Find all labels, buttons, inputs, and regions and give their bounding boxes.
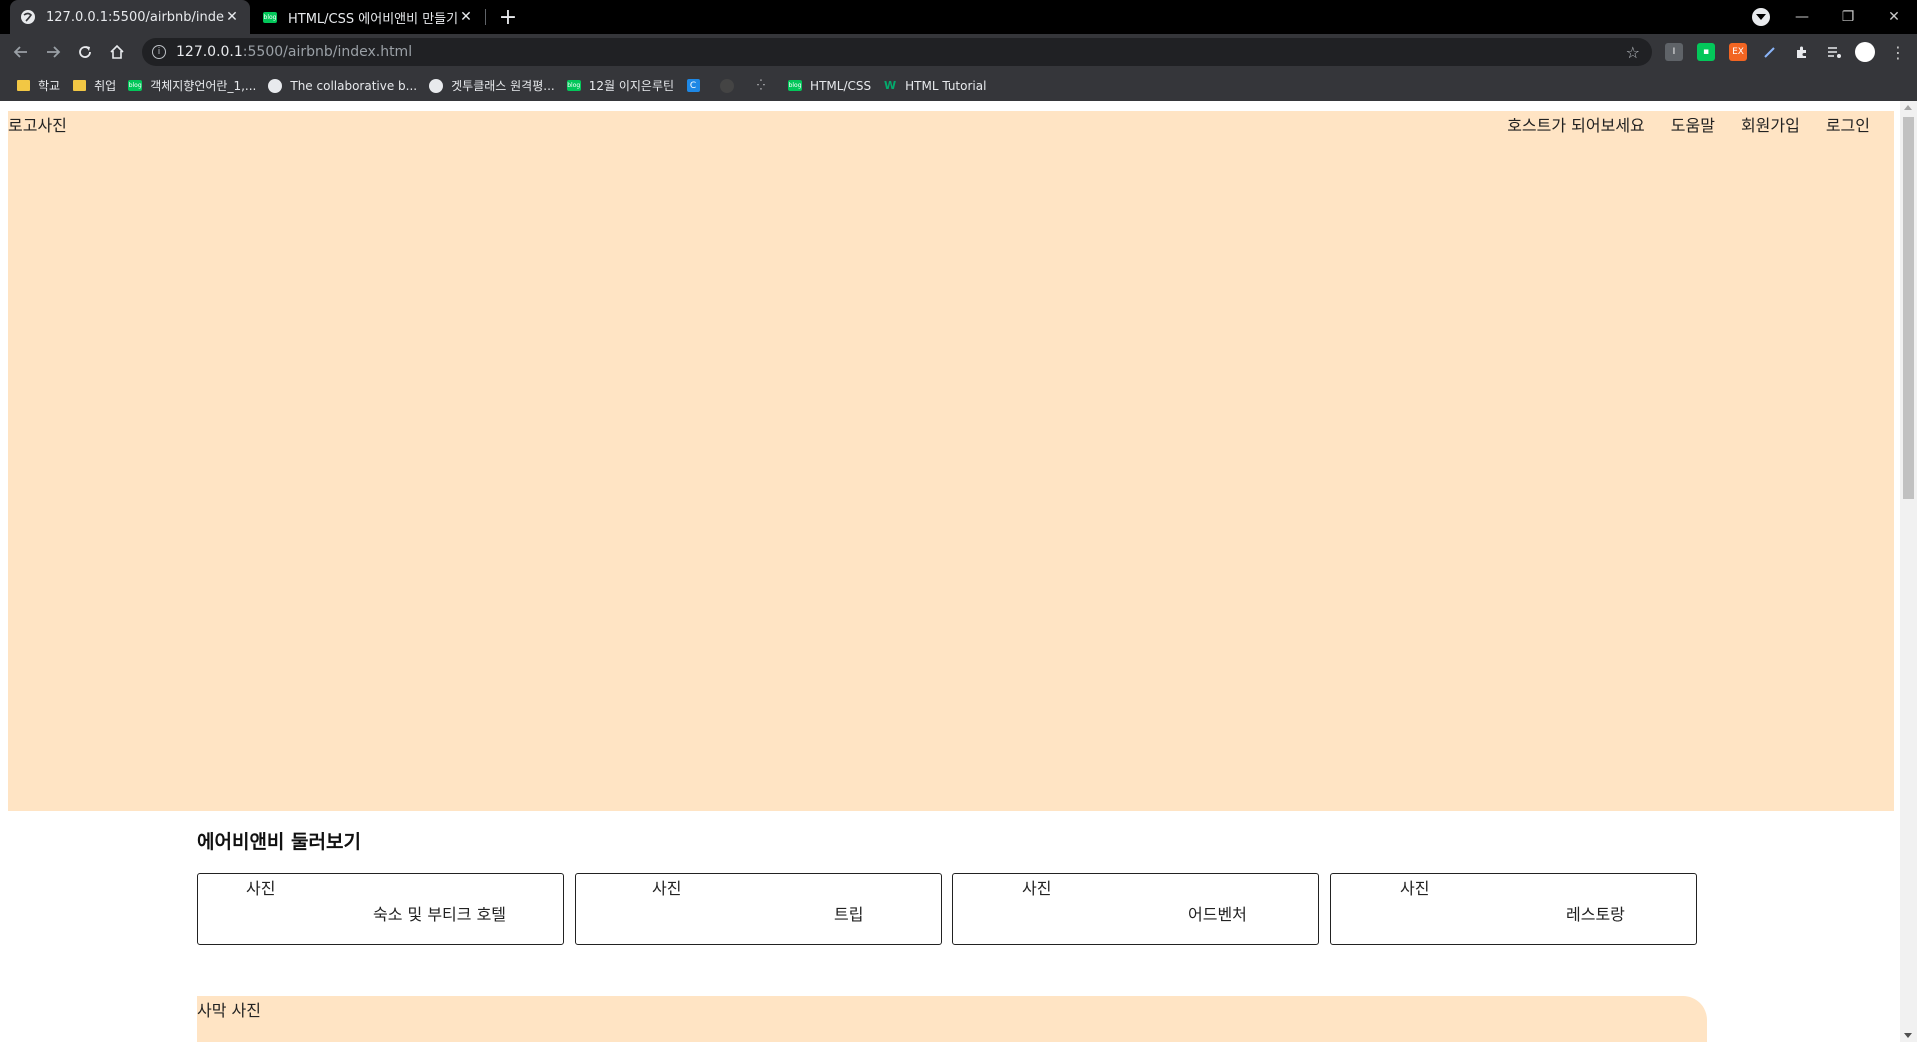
bookmark-c[interactable]: C — [682, 74, 716, 98]
card-label: 트립 — [834, 905, 864, 924]
nav-become-host[interactable]: 호스트가 되어보세요 — [1507, 112, 1645, 136]
extension-naver-icon[interactable]: ▪ — [1697, 43, 1715, 61]
naver-blog-icon: blog — [788, 80, 803, 91]
nav-signup[interactable]: 회원가입 — [1741, 112, 1800, 136]
globe-icon — [20, 9, 36, 25]
folder-icon — [16, 79, 30, 93]
bookmarks-bar: 학교 취업 blog 객체지향언어란_1,... The collaborati… — [0, 70, 1917, 101]
folder-icon — [72, 79, 86, 93]
naver-blog-icon: blog — [566, 80, 581, 91]
logo-placeholder[interactable]: 로고사진 — [8, 112, 67, 136]
restore-button[interactable]: ❐ — [1825, 0, 1871, 34]
card-photo-placeholder: 사진 — [1400, 879, 1430, 898]
explore-section: 에어비앤비 둘러보기 사진 숙소 및 부티크 호텔 사진 트립 사진 어드벤처 … — [197, 827, 1707, 945]
card-label: 어드벤처 — [1188, 905, 1247, 924]
close-icon[interactable]: ✕ — [224, 9, 240, 25]
w3-icon: W — [884, 79, 897, 92]
scroll-down-icon[interactable] — [1904, 1033, 1912, 1038]
address-bar[interactable]: i 127.0.0.1:5500/airbnb/index.html ☆ — [142, 38, 1652, 66]
puzzle-icon[interactable] — [1793, 43, 1811, 61]
tab-search-icon[interactable] — [1752, 8, 1770, 26]
naver-blog-icon: blog — [263, 11, 277, 23]
nav-help[interactable]: 도움말 — [1671, 112, 1715, 136]
info-icon[interactable]: i — [152, 45, 166, 59]
close-window-button[interactable]: ✕ — [1871, 0, 1917, 34]
header-nav: 호스트가 되어보세요 도움말 회원가입 로그인 — [1507, 112, 1870, 136]
github-icon — [720, 78, 735, 93]
bookmark-folder-job[interactable]: 취업 — [68, 74, 124, 98]
tab-title: HTML/CSS 에어비앤비 만들기 - — [288, 11, 458, 27]
bookmark-github-collab[interactable]: The collaborative b... — [264, 74, 425, 98]
back-button[interactable] — [9, 40, 33, 64]
card-adventure[interactable]: 사진 어드벤처 — [952, 873, 1319, 945]
profile-avatar-icon[interactable] — [1855, 42, 1875, 62]
bookmark-oop[interactable]: blog 객체지향언어란_1,... — [124, 74, 264, 98]
explore-cards: 사진 숙소 및 부티크 호텔 사진 트립 사진 어드벤처 사진 레스토랑 — [197, 873, 1707, 945]
card-restaurant[interactable]: 사진 레스토랑 — [1330, 873, 1697, 945]
card-photo-placeholder: 사진 — [652, 879, 682, 898]
tab-html-css-airbnb[interactable]: blog HTML/CSS 에어비앤비 만들기 - ✕ — [252, 0, 484, 34]
globe-icon — [429, 78, 444, 93]
page-scrollbar[interactable] — [1900, 101, 1917, 1042]
dots-icon: ⁛ — [757, 80, 766, 91]
desert-photo-placeholder: 사막 사진 — [197, 1001, 261, 1020]
browser-toolbar: i 127.0.0.1:5500/airbnb/index.html ☆ I ▪… — [0, 34, 1917, 70]
bookmark-routine[interactable]: blog 12월 이지은루틴 — [563, 74, 682, 98]
naver-blog-icon: blog — [128, 80, 143, 91]
bookmark-github[interactable] — [716, 74, 750, 98]
bookmark-dots[interactable]: ⁛ — [750, 74, 784, 98]
card-photo-placeholder: 사진 — [246, 879, 276, 898]
tab-airbnb-index[interactable]: 127.0.0.1:5500/airbnb/index.html ✕ — [10, 0, 250, 34]
bookmark-html-tutorial[interactable]: W HTML Tutorial — [879, 74, 994, 98]
c-icon: C — [686, 79, 700, 93]
new-tab-button[interactable]: + — [496, 5, 520, 30]
card-photo-placeholder: 사진 — [1022, 879, 1052, 898]
scroll-up-icon[interactable] — [1904, 105, 1912, 110]
page-viewport: 로고사진 호스트가 되어보세요 도움말 회원가입 로그인 에어비앤비 둘러보기 … — [0, 101, 1900, 1042]
card-trips[interactable]: 사진 트립 — [575, 873, 942, 945]
bookmark-html-css[interactable]: blog HTML/CSS — [784, 74, 879, 98]
bookmark-gettoclass[interactable]: 겟투클래스 원격평... — [425, 74, 563, 98]
desert-banner: 사막 사진 — [197, 996, 1707, 1042]
tab-strip: 127.0.0.1:5500/airbnb/index.html ✕ blog … — [0, 0, 1917, 34]
hero-section: 로고사진 호스트가 되어보세요 도움말 회원가입 로그인 — [8, 111, 1894, 811]
bookmark-folder-school[interactable]: 학교 — [12, 74, 68, 98]
extension-icon[interactable]: I — [1665, 43, 1683, 61]
more-menu-icon[interactable]: ⋮ — [1890, 41, 1906, 63]
reload-button[interactable] — [73, 40, 97, 64]
media-playlist-icon[interactable] — [1825, 43, 1843, 61]
scrollbar-thumb[interactable] — [1903, 117, 1914, 499]
extension-ex-icon[interactable]: EX — [1729, 43, 1747, 61]
tab-title: 127.0.0.1:5500/airbnb/index.html — [46, 9, 224, 25]
tab-separator — [485, 9, 486, 25]
star-icon[interactable]: ☆ — [1626, 43, 1640, 62]
card-label: 레스토랑 — [1566, 905, 1625, 924]
card-label: 숙소 및 부티크 호텔 — [373, 905, 507, 924]
github-icon — [268, 78, 283, 93]
home-button[interactable] — [105, 40, 129, 64]
close-icon[interactable]: ✕ — [458, 9, 474, 25]
explore-title: 에어비앤비 둘러보기 — [197, 831, 361, 853]
minimize-button[interactable]: — — [1779, 0, 1825, 34]
pen-icon[interactable] — [1761, 43, 1779, 61]
card-stays[interactable]: 사진 숙소 및 부티크 호텔 — [197, 873, 564, 945]
nav-login[interactable]: 로그인 — [1826, 112, 1870, 136]
url-text: 127.0.0.1:5500/airbnb/index.html — [176, 44, 413, 60]
forward-button[interactable] — [41, 40, 65, 64]
